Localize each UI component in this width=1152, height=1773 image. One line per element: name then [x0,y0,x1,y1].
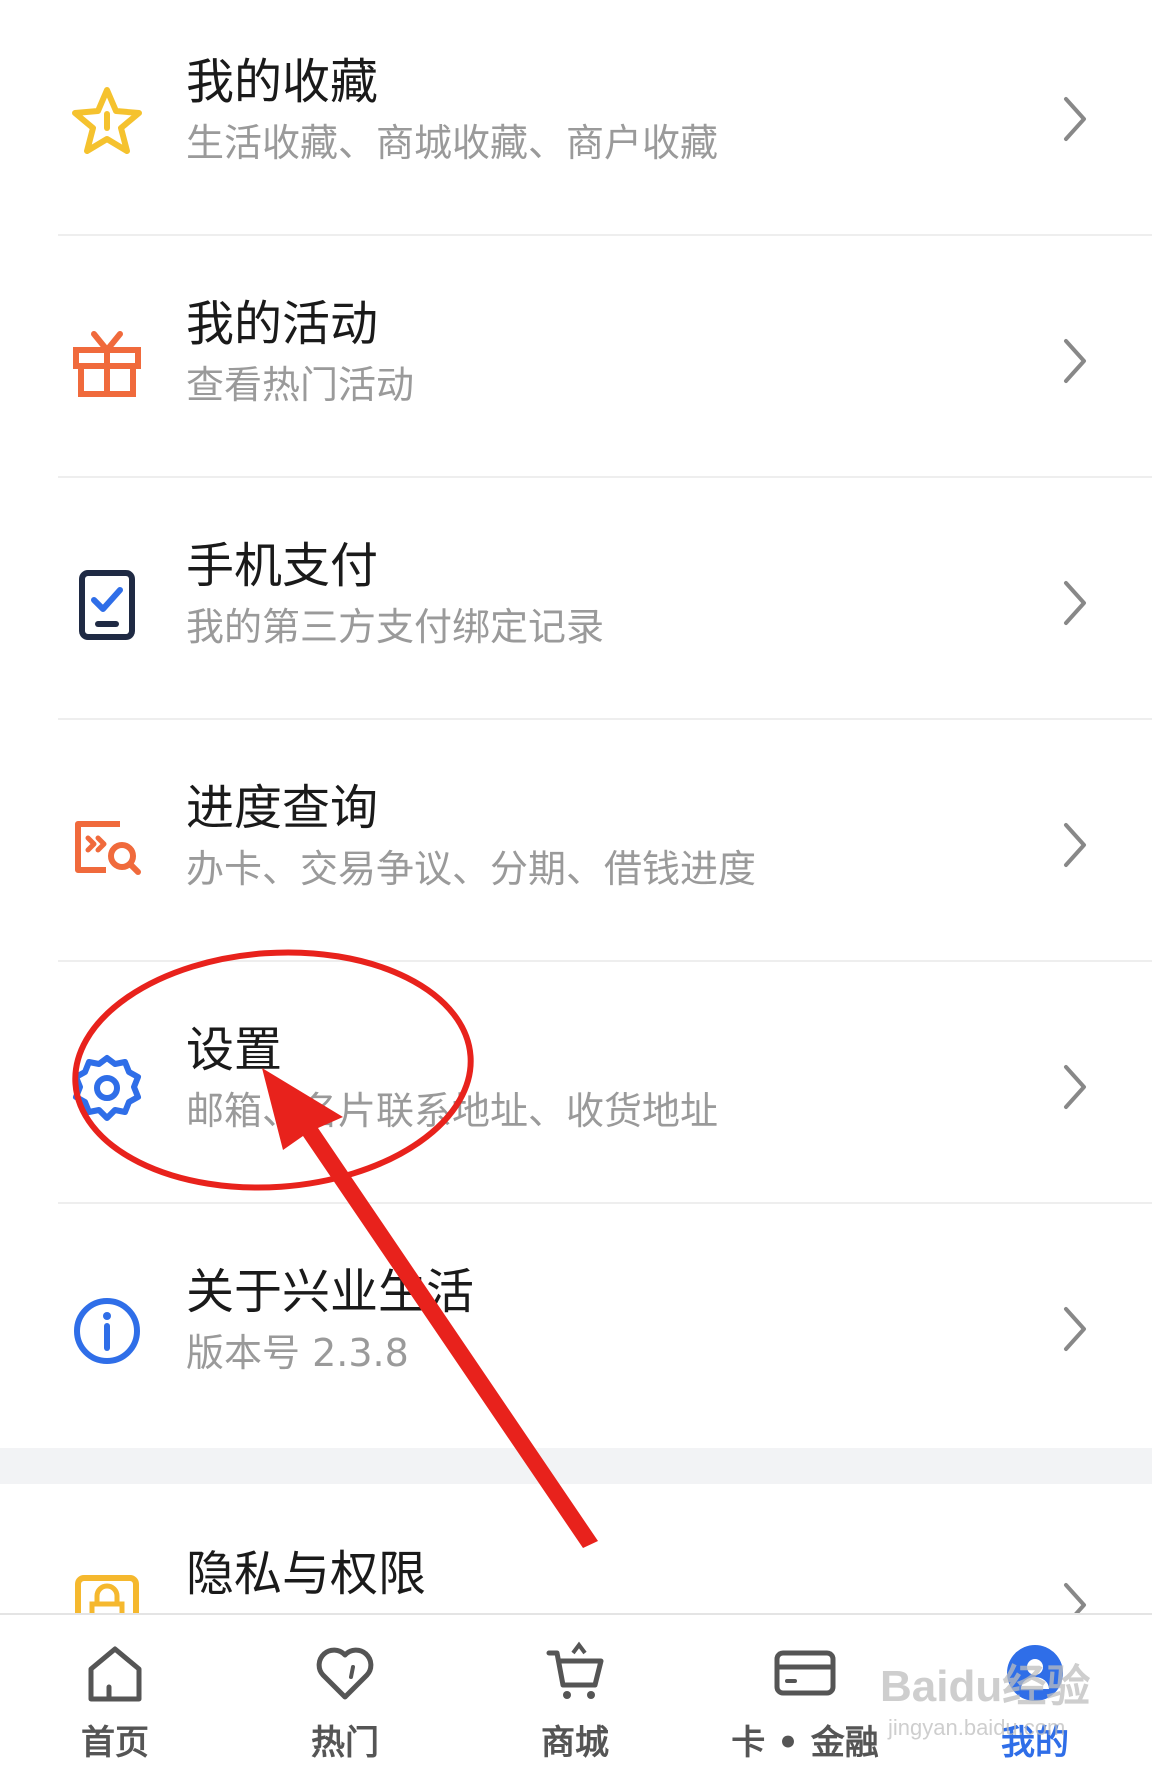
menu-item-activities[interactable]: 我的活动 查看热门活动 [0,242,1152,484]
divider [58,718,1152,720]
divider [58,476,1152,478]
menu-item-about[interactable]: 关于兴业生活 版本号 2.3.8 [0,1210,1152,1452]
menu-title: 手机支付 [186,538,379,594]
heart-icon [313,1641,377,1705]
chevron-right-icon [1060,336,1090,386]
gift-icon [70,326,144,400]
lock-icon [70,1570,144,1613]
tab-hot[interactable]: 热门 [280,1615,410,1773]
chevron-right-icon [1060,1580,1090,1613]
menu-title: 隐私与权限 [186,1546,427,1602]
chevron-right-icon [1060,578,1090,628]
chevron-right-icon [1060,1062,1090,1112]
tab-label: 卡 • 金融 [731,1723,879,1763]
menu-title: 设置 [186,1022,283,1078]
search-progress-icon [70,810,144,884]
tab-label: 商城 [541,1723,609,1763]
menu-title: 我的收藏 [186,54,379,110]
chevron-right-icon [1060,820,1090,870]
tab-label: 热门 [311,1723,379,1763]
tab-label: 首页 [81,1723,149,1763]
chevron-right-icon [1060,1304,1090,1354]
cart-icon [543,1641,607,1705]
menu-subtitle: 办卡、交易争议、分期、借钱进度 [186,847,757,891]
menu-title: 进度查询 [186,780,379,836]
star-icon [70,84,144,158]
watermark-logo: Baidu经验 [880,1662,1091,1711]
watermark-url: jingyan.baidu.com [888,1715,1066,1740]
divider [58,234,1152,236]
menu-title: 关于兴业生活 [186,1264,475,1320]
tab-mall[interactable]: 商城 [510,1615,640,1773]
menu-item-privacy[interactable]: 隐私与权限 [0,1484,1152,1613]
divider [58,1202,1152,1204]
menu-item-settings[interactable]: 设置 邮箱、名片联系地址、收货地址 [0,968,1152,1210]
menu-item-favorites[interactable]: 我的收藏 生活收藏、商城收藏、商户收藏 [0,0,1152,242]
card-icon [773,1641,837,1705]
tab-home[interactable]: 首页 [50,1615,180,1773]
home-icon [83,1641,147,1705]
chevron-right-icon [1060,94,1090,144]
menu-subtitle: 查看热门活动 [186,363,415,407]
menu-subtitle: 邮箱、名片联系地址、收货地址 [186,1089,719,1133]
info-icon [70,1294,144,1368]
tab-card-finance[interactable]: 卡 • 金融 [731,1615,879,1773]
menu-title: 我的活动 [186,296,379,352]
menu-subtitle: 生活收藏、商城收藏、商户收藏 [186,121,719,165]
divider [58,960,1152,962]
menu-item-progress[interactable]: 进度查询 办卡、交易争议、分期、借钱进度 [0,726,1152,968]
section-gap [0,1448,1152,1484]
gear-icon [70,1052,144,1126]
menu-subtitle: 我的第三方支付绑定记录 [186,605,605,649]
phone-check-icon [70,568,144,642]
menu-subtitle: 版本号 2.3.8 [186,1331,409,1375]
menu-item-mobile-pay[interactable]: 手机支付 我的第三方支付绑定记录 [0,484,1152,726]
